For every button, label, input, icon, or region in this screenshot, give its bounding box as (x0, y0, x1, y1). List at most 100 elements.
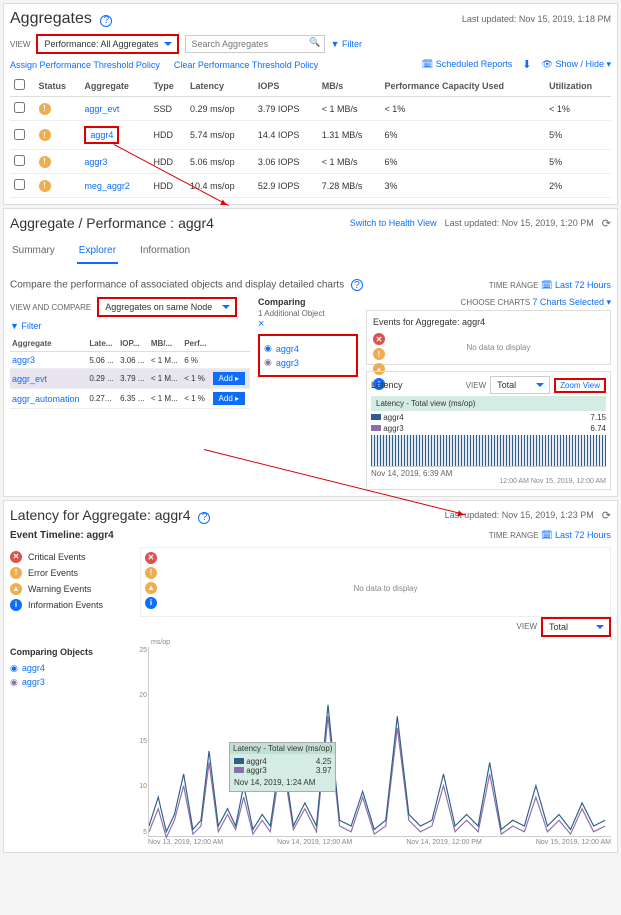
no-data-text: No data to display (393, 331, 604, 358)
compare-item[interactable]: ◉aggr3 (264, 357, 352, 368)
chart-tooltip: Latency - Total view (ms/op) aggr4 4.25 … (229, 742, 336, 792)
event-timeline-title: Event Timeline: aggr4 (10, 530, 114, 541)
page-title: Aggregates ? (10, 10, 112, 28)
filter-link[interactable]: ▼ Filter (331, 39, 362, 49)
help-icon[interactable]: ? (198, 512, 210, 524)
compare-item[interactable]: ◉aggr3 (10, 677, 120, 688)
chart-band: Latency - Total view (ms/op) (371, 396, 606, 411)
warning-icon: ▲ (145, 582, 157, 594)
table-row: ! aggr4 HDD5.74 ms/op14.4 IOPS1.31 MB/s6… (10, 121, 611, 150)
select-all-checkbox[interactable] (14, 79, 25, 90)
status-icon: ! (39, 156, 51, 168)
tabs: Summary Explorer Information (10, 239, 611, 265)
status-icon: ! (39, 129, 51, 141)
time-range-select[interactable]: 🗓 Last 72 Hours (541, 530, 611, 540)
compare-item[interactable]: ◉aggr4 (264, 343, 352, 354)
refresh-icon[interactable]: ⟳ (602, 217, 611, 230)
events-title: Events for Aggregate: aggr4 (373, 317, 604, 327)
add-button[interactable]: Add (213, 392, 245, 405)
error-icon: ! (373, 348, 385, 360)
panel-title: Latency for Aggregate: aggr4 ? (10, 507, 210, 524)
chart-name: Latency (371, 380, 403, 390)
close-icon[interactable]: × (258, 318, 358, 330)
mini-chart[interactable] (371, 435, 606, 467)
y-axis: 252015105 (131, 647, 147, 836)
status-icon: ! (39, 180, 51, 192)
aggregates-panel: Aggregates ? Last updated: Nov 15, 2019,… (3, 3, 618, 205)
table-row: aggr35.06 ...3.06 ...< 1 M...6 % (10, 352, 250, 369)
aggregate-link[interactable]: aggr_automation (12, 394, 80, 404)
info-icon: i (10, 599, 22, 611)
table-row: ! aggr3 HDD5.06 ms/op3.06 IOPS< 1 MB/s6%… (10, 150, 611, 174)
aggregates-table: Status Aggregate Type Latency IOPS MB/s … (10, 75, 611, 198)
aggregate-link[interactable]: aggr4 (84, 126, 119, 144)
eye-icon[interactable]: ◉ (264, 343, 272, 354)
event-legend: ✕Critical Events !Error Events ▲Warning … (10, 547, 130, 617)
zoom-view-button[interactable]: Zoom View (554, 378, 606, 393)
scheduled-reports-link[interactable]: 🗓 Scheduled Reports (422, 59, 513, 70)
table-row: ! meg_aggr2 HDD10.4 ms/op52.9 IOPS7.28 M… (10, 174, 611, 198)
latency-chart[interactable]: ms/op 252015105 Latency - Total view (ms… (148, 647, 611, 837)
table-row: aggr_evt0.29 ...3.79 ...< 1 M...< 1 %Add (10, 369, 250, 389)
tab-explorer[interactable]: Explorer (77, 239, 118, 264)
latency-detail-panel: Latency for Aggregate: aggr4 ? Last upda… (3, 500, 618, 853)
choose-charts-dropdown[interactable]: 7 Charts Selected ▾ (532, 297, 611, 307)
add-button[interactable]: Add (213, 372, 245, 385)
download-icon[interactable]: ⬇ (522, 58, 531, 71)
last-updated: Last updated: Nov 15, 2019, 1:20 PM (445, 218, 594, 228)
compare-item[interactable]: ◉aggr4 (10, 663, 120, 674)
view-dropdown[interactable]: Total (541, 617, 611, 637)
event-timeline: ✕ ! ▲ i No data to display (140, 547, 611, 617)
aggregate-link[interactable]: aggr_evt (12, 374, 47, 384)
table-row: ! aggr_evt SSD0.29 ms/op3.79 IOPS< 1 MB/… (10, 97, 611, 121)
comparing-objects-header: Comparing Objects (10, 647, 120, 657)
eye-icon[interactable]: ◉ (264, 357, 272, 368)
last-updated: Last updated: Nov 15, 2019, 1:18 PM (462, 14, 611, 24)
assign-policy-link[interactable]: Assign Performance Threshold Policy (10, 60, 160, 70)
tab-summary[interactable]: Summary (10, 239, 57, 264)
events-box: Events for Aggregate: aggr4 ✕ ! ▲ i No d… (366, 310, 611, 365)
view-compare-dropdown[interactable]: Aggregates on same Node (97, 297, 237, 317)
warning-icon: ▲ (10, 583, 22, 595)
clear-policy-link[interactable]: Clear Performance Threshold Policy (174, 60, 318, 70)
view-dropdown[interactable]: Performance: All Aggregates (36, 34, 178, 54)
performance-panel: Aggregate / Performance : aggr4 Switch t… (3, 208, 618, 497)
tab-information[interactable]: Information (138, 239, 192, 264)
refresh-icon[interactable]: ⟳ (602, 509, 611, 522)
show-hide-dropdown[interactable]: 👁 Show / Hide ▾ (542, 59, 612, 70)
chart-timestamp: Nov 14, 2019, 6:39 AM (371, 469, 606, 478)
critical-icon: ✕ (373, 333, 385, 345)
switch-view-link[interactable]: Switch to Health View (350, 218, 437, 228)
aggregate-link[interactable]: aggr3 (12, 355, 35, 365)
eye-icon[interactable]: ◉ (10, 663, 18, 674)
row-checkbox[interactable] (14, 155, 25, 166)
status-icon: ! (39, 103, 51, 115)
view-label: VIEW (10, 40, 30, 49)
error-icon: ! (10, 567, 22, 579)
search-input[interactable] (185, 35, 325, 53)
compare-instruction: Compare the performance of associated ob… (10, 279, 363, 291)
help-icon[interactable]: ? (351, 279, 363, 291)
chart-view-dropdown[interactable]: Total (490, 376, 550, 394)
row-checkbox[interactable] (14, 129, 25, 140)
filter-link[interactable]: ▼ Filter (10, 321, 41, 331)
error-icon: ! (145, 567, 157, 579)
row-checkbox[interactable] (14, 179, 25, 190)
compare-table: AggregateLate...IOP...MB/...Perf... aggr… (10, 336, 250, 409)
aggregate-link[interactable]: aggr_evt (84, 104, 119, 114)
aggregate-link[interactable]: meg_aggr2 (84, 181, 130, 191)
panel-title: Aggregate / Performance : aggr4 (10, 215, 214, 231)
comparing-header: Comparing (258, 297, 358, 307)
eye-icon[interactable]: ◉ (10, 677, 18, 688)
time-range-select[interactable]: 🗓 Last 72 Hours (541, 280, 611, 290)
critical-icon: ✕ (10, 551, 22, 563)
help-icon[interactable]: ? (100, 15, 112, 27)
aggregate-link[interactable]: aggr3 (84, 157, 107, 167)
latency-chart-box: Latency VIEW Total Zoom View Latency - T… (366, 371, 611, 490)
table-row: aggr_automation0.27...6.35 ...< 1 M...< … (10, 389, 250, 409)
info-icon: i (145, 597, 157, 609)
critical-icon: ✕ (145, 552, 157, 564)
row-checkbox[interactable] (14, 102, 25, 113)
additional-object: 1 Additional Object (258, 309, 358, 318)
no-data-text: No data to display (161, 572, 610, 599)
